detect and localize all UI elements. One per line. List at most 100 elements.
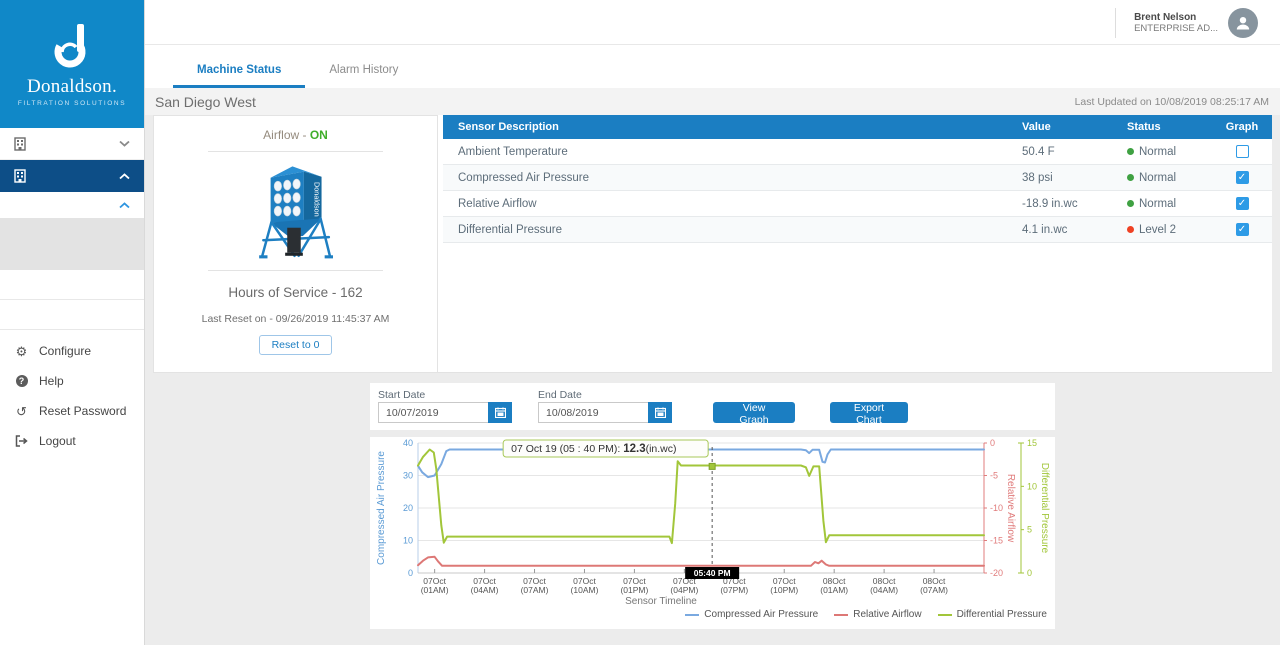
dust-collector-image: Donaldson xyxy=(255,157,336,261)
start-date-group xyxy=(378,402,512,423)
graph-checkbox[interactable] xyxy=(1236,145,1249,158)
sidebar-item-label: Reset Password xyxy=(39,404,126,418)
person-icon xyxy=(1234,14,1252,32)
header-graph: Graph xyxy=(1212,121,1272,133)
user-role: ENTERPRISE AD... xyxy=(1134,23,1218,34)
sidebar-item-logout[interactable]: Logout xyxy=(0,426,144,456)
calendar-icon xyxy=(655,407,666,418)
tab-machine-status[interactable]: Machine Status xyxy=(173,53,305,88)
sidebar-item-reset-password[interactable]: ↺ Reset Password xyxy=(0,396,144,426)
gear-icon: ⚙ xyxy=(14,345,29,358)
chevron-up-icon xyxy=(119,202,130,209)
airflow-status-value: ON xyxy=(310,128,328,142)
svg-text:40: 40 xyxy=(403,438,413,448)
chart-panel: 0102030400-5-10-15-20151050Compressed Ai… xyxy=(370,437,1055,629)
svg-text:10: 10 xyxy=(403,536,413,546)
sensor-value: 50.4 F xyxy=(1022,146,1127,158)
legend-dash-icon xyxy=(834,614,848,616)
chevron-down-icon xyxy=(119,140,130,147)
end-date-label: End Date xyxy=(538,389,582,401)
date-controls-panel: Start Date End Date View Graph Export Ch… xyxy=(370,383,1055,430)
svg-text:Differential Pressure: Differential Pressure xyxy=(1039,463,1050,554)
divider xyxy=(208,151,383,152)
status-badge: Level 2 xyxy=(1127,224,1212,236)
sidebar-group-expanded[interactable] xyxy=(0,160,144,192)
start-date-calendar-button[interactable] xyxy=(488,402,512,423)
status-badge: Normal xyxy=(1127,146,1212,158)
chart-legend: Compressed Air Pressure Relative Airflow D… xyxy=(685,609,1047,620)
svg-text:-10: -10 xyxy=(990,503,1003,513)
status-dot-icon xyxy=(1127,226,1134,233)
svg-text:5: 5 xyxy=(1027,525,1032,535)
app-root: Donaldson. FILTRATION SOLUTIONS xyxy=(0,0,1280,645)
graph-cell: ✓ xyxy=(1212,197,1272,210)
legend-item[interactable]: Compressed Air Pressure xyxy=(685,609,818,620)
svg-text:07 Oct 19 (05 : 40 PM): 12.3(i: 07 Oct 19 (05 : 40 PM): 12.3(in.wc) xyxy=(511,443,676,455)
table-row: Ambient Temperature50.4 FNormal xyxy=(443,139,1272,165)
sensor-table: Sensor Description Value Status Graph Am… xyxy=(443,115,1272,243)
sensor-description: Ambient Temperature xyxy=(443,146,1022,158)
sensor-description: Compressed Air Pressure xyxy=(443,172,1022,184)
status-label: Level 2 xyxy=(1139,224,1176,236)
logout-icon xyxy=(14,435,29,447)
sidebar-group-collapsed[interactable] xyxy=(0,128,144,160)
end-date-calendar-button[interactable] xyxy=(648,402,672,423)
reset-to-zero-button[interactable]: Reset to 0 xyxy=(259,335,333,355)
hours-of-service: Hours of Service - 162 xyxy=(228,285,362,300)
svg-text:(07AM): (07AM) xyxy=(920,585,948,595)
legend-item[interactable]: Differential Pressure xyxy=(938,609,1047,620)
view-graph-button[interactable]: View Graph xyxy=(713,402,795,423)
end-date-input[interactable] xyxy=(538,402,648,423)
svg-text:0: 0 xyxy=(1027,568,1032,578)
graph-checkbox[interactable]: ✓ xyxy=(1236,223,1249,236)
legend-label: Relative Airflow xyxy=(853,609,921,620)
airflow-status-line: Airflow - ON xyxy=(263,128,328,142)
reset-icon: ↺ xyxy=(14,405,29,418)
sidebar-item-help[interactable]: ? Help xyxy=(0,366,144,396)
svg-text:(04PM): (04PM) xyxy=(670,585,698,595)
status-dot-icon xyxy=(1127,200,1134,207)
graph-cell: ✓ xyxy=(1212,171,1272,184)
header-value: Value xyxy=(1022,121,1127,133)
sidebar-item-label: Configure xyxy=(39,344,91,358)
calendar-icon xyxy=(495,407,506,418)
brand-name: Donaldson. xyxy=(27,76,117,98)
status-badge: Normal xyxy=(1127,198,1212,210)
end-date-group xyxy=(538,402,672,423)
svg-text:(04AM): (04AM) xyxy=(870,585,898,595)
machine-status-panel: Airflow - ON Donaldson xyxy=(153,115,1272,373)
sensor-chart[interactable]: 0102030400-5-10-15-20151050Compressed Ai… xyxy=(370,437,1055,607)
legend-label: Differential Pressure xyxy=(957,609,1047,620)
legend-item[interactable]: Relative Airflow xyxy=(834,609,921,620)
tab-alarm-history[interactable]: Alarm History xyxy=(305,53,422,88)
last-reset-text: Last Reset on - 09/26/2019 11:45:37 AM xyxy=(202,313,390,325)
svg-text:(01AM): (01AM) xyxy=(820,585,848,595)
start-date-input[interactable] xyxy=(378,402,488,423)
airflow-label: Airflow - xyxy=(263,128,310,142)
avatar[interactable] xyxy=(1228,8,1258,38)
sidebar-item-configure[interactable]: ⚙ Configure xyxy=(0,336,144,366)
svg-text:Relative Airflow: Relative Airflow xyxy=(1005,474,1016,543)
svg-text:(04AM): (04AM) xyxy=(471,585,499,595)
graph-cell: ✓ xyxy=(1212,223,1272,236)
machine-card: Airflow - ON Donaldson xyxy=(153,115,438,373)
status-dot-icon xyxy=(1127,148,1134,155)
legend-dash-icon xyxy=(938,614,952,616)
svg-text:Donaldson: Donaldson xyxy=(312,182,321,217)
svg-text:30: 30 xyxy=(403,471,413,481)
svg-text:-15: -15 xyxy=(990,536,1003,546)
sidebar-item-label: Logout xyxy=(39,434,76,448)
user-block: Brent Nelson ENTERPRISE AD... xyxy=(1115,6,1258,39)
site-bar: San Diego West Last Updated on 10/08/201… xyxy=(145,88,1280,115)
svg-text:(01AM): (01AM) xyxy=(421,585,449,595)
export-chart-button[interactable]: Export Chart xyxy=(830,402,908,423)
sidebar-nav: ⚙ Configure ? Help ↺ Reset Password Logo… xyxy=(0,336,144,456)
svg-text:20: 20 xyxy=(403,503,413,513)
page-title: San Diego West xyxy=(155,94,256,110)
sidebar-subgroup-expanded[interactable] xyxy=(0,192,144,218)
svg-text:(10AM): (10AM) xyxy=(571,585,599,595)
graph-checkbox[interactable]: ✓ xyxy=(1236,171,1249,184)
graph-checkbox[interactable]: ✓ xyxy=(1236,197,1249,210)
sidebar-selected-item[interactable] xyxy=(0,218,144,270)
svg-text:0: 0 xyxy=(408,568,413,578)
